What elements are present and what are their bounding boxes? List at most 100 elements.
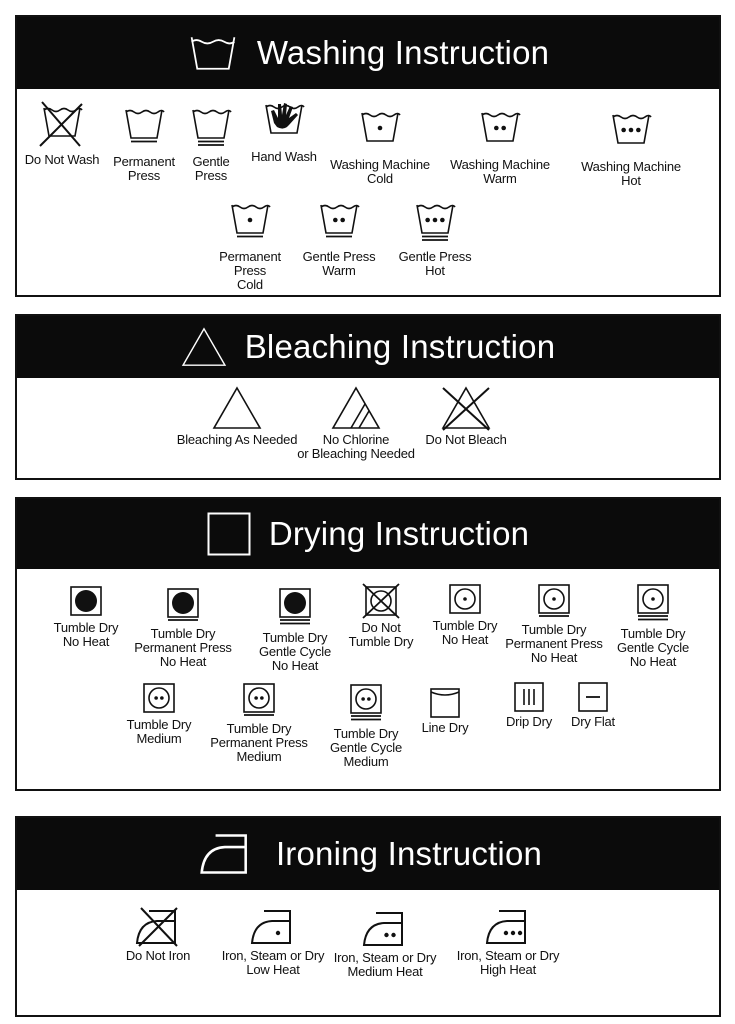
symbol-label: Tumble Dry Medium [127,718,192,746]
bleaching-header: Bleaching Instruction [17,316,719,378]
iron-icon [250,908,296,946]
symbol-label: Tumble Dry No Heat [54,621,119,649]
symbol-washing-machine-cold: Washing Machine Cold [315,111,445,186]
label-line: Permanent Press [134,640,232,655]
tumble-icon [538,584,570,620]
symbol-label: Iron, Steam or Dry Medium Heat [334,951,437,979]
label-line: Tumble Dry [126,717,192,732]
basin-icon [319,203,360,247]
symbol-label: Dry Flat [571,715,615,729]
symbol-washing-machine-warm: Washing Machine Warm [435,111,565,186]
label-line: Press [233,263,267,278]
label-line: Iron, Steam or Dry [333,950,437,965]
symbol-label: Tumble Dry Permanent Press Medium [210,721,308,764]
label-line: Bleaching As Needed [176,432,298,447]
symbol-label: Washing Machine Cold [330,158,430,186]
label-line: Washing Machine [450,157,550,172]
triangle-icon [212,386,262,430]
iron-icon [135,907,181,947]
label-line: No Chlorine [322,432,390,447]
label-line: High Heat [479,962,536,977]
ironing-header: Ironing Instruction [17,818,719,890]
tumble-icon [350,684,382,724]
symbol-label: Bleaching As Needed [177,433,298,447]
label-line: No Heat [159,654,207,669]
triangle-icon [331,386,381,430]
symbol-iron-steam-or-dry-low-heat: Iron, Steam or Dry Low Heat [208,908,338,977]
symbol-label: Tumble Dry No Heat [433,619,498,647]
washing-header: Washing Instruction [17,17,719,89]
label-line: Washing Machine [330,157,430,172]
symbol-gentle-press-hot: Gentle Press Hot [370,203,500,278]
label-line: Tumble Dry [226,721,292,736]
symbol-label: Do Not Bleach [425,433,506,447]
basin-icon [264,103,305,147]
dry-flat-icon [578,682,608,712]
label-line: No Heat [441,632,489,647]
basin-icon [415,203,456,247]
iron-icon [194,832,258,876]
iron-icon [362,910,408,948]
basin-icon [480,111,521,155]
label-line: Tumble Dry [432,618,498,633]
symbol-tumble-dry-permanent-press-no-heat: Tumble Dry Permanent Press No Heat [118,588,248,669]
symbol-label: Permanent Press Cold [219,250,281,292]
label-line: Warm [322,263,356,278]
label-line: Gentle Cycle [329,740,403,755]
tumble-icon [362,583,400,619]
line-dry-icon [430,688,460,718]
symbol-label: Iron, Steam or Dry High Heat [457,949,560,977]
basin-icon [230,203,271,247]
label-line: Iron, Steam or Dry [456,948,560,963]
symbol-label: Gentle Press Hot [399,250,472,278]
label-line: Medium [236,749,282,764]
symbol-label: Line Dry [422,721,469,735]
label-line: No Heat [62,634,110,649]
label-line: Cold [237,277,263,292]
section-title: Drying Instruction [268,515,530,552]
label-line: Tumble Dry [53,620,119,635]
drying-header: Drying Instruction [17,499,719,569]
label-line: Dry Flat [571,714,615,729]
square-icon [207,512,251,556]
label-line: Hot [425,263,445,278]
triangle-icon [181,327,227,367]
symbol-iron-steam-or-dry-high-heat: Iron, Steam or Dry High Heat [443,908,573,977]
label-line: Gentle Press [398,249,472,264]
tumble-icon [279,588,311,628]
symbol-label: Washing Machine Warm [450,158,550,186]
symbol-iron-steam-or-dry-medium-heat: Iron, Steam or Dry Medium Heat [320,910,450,979]
label-line: No Heat [629,654,677,669]
basin-icon [611,113,652,157]
symbol-do-not-bleach: Do Not Bleach [401,386,531,447]
label-line: Permanent [219,249,281,264]
label-line: Warm [483,171,517,186]
symbol-do-not-iron: Do Not Iron [93,907,223,963]
label-line: Do Not Iron [125,948,191,963]
label-line: Press [194,168,228,183]
tumble-icon [243,683,275,719]
label-line: Gentle Cycle [616,640,690,655]
section-title: Ironing Instruction [275,835,543,872]
label-line: Permanent Press [210,735,308,750]
symbol-label: Iron, Steam or Dry Low Heat [222,949,325,977]
tumble-icon [70,586,102,618]
basin-icon [360,111,401,155]
label-line: Tumble Dry [620,626,686,641]
symbol-label: Tumble Dry Gentle Cycle No Heat [617,627,689,669]
symbol-label: Hand Wash [251,150,317,164]
label-line: Hand Wash [251,149,317,164]
label-line: Line Dry [421,720,469,735]
symbol-dry-flat: Dry Flat [528,682,658,729]
label-line: Medium [343,754,389,769]
wash-basin-icon [187,35,239,71]
section-title: Bleaching Instruction [244,328,556,365]
label-line: Washing Machine [581,159,681,174]
symbol-label: No Chlorine or Bleaching Needed [297,433,415,461]
symbol-label: Gentle Press Warm [303,250,376,278]
symbol-bleaching-as-needed: Bleaching As Needed [172,386,302,447]
symbol-label: Do Not Iron [126,949,190,963]
label-line: Cold [367,171,393,186]
label-line: or Bleaching Needed [297,446,415,461]
label-line: Tumble Dry [150,626,216,641]
